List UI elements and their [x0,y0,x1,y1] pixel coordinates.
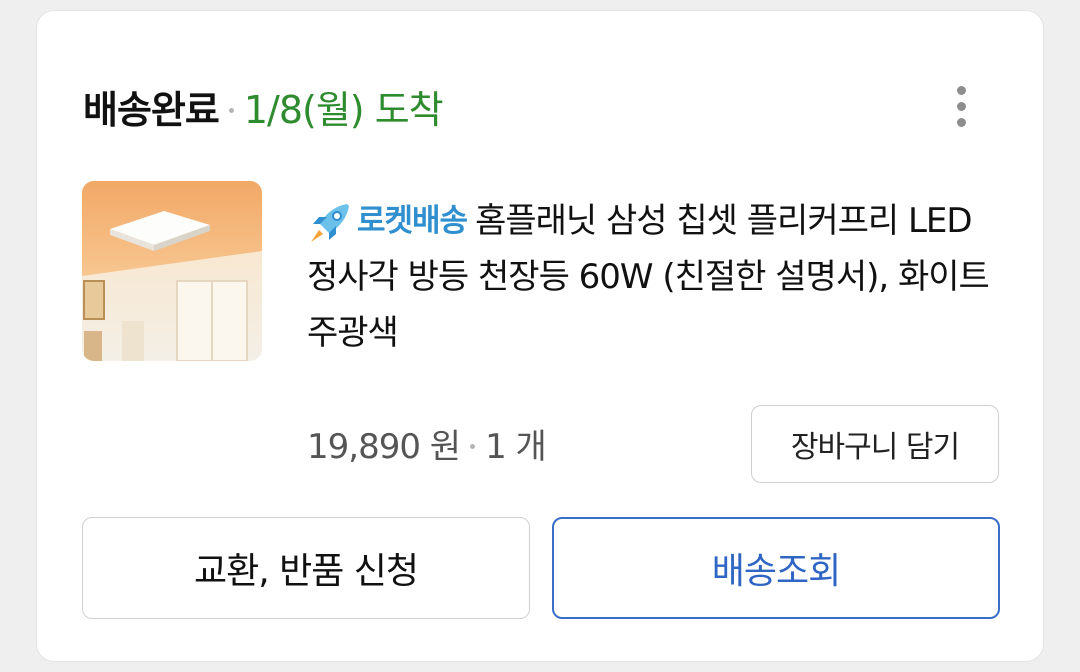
arrival-date: 1/8(월) 도착 [243,87,444,132]
track-delivery-button[interactable]: 배송조회 [552,517,1000,619]
delivery-status: 배송완료 [83,87,220,132]
more-dot [956,101,966,111]
rocket-delivery-label: 로켓배송 [357,203,468,239]
order-header: 배송완료 1/8(월) 도착 [83,71,444,141]
separator-dot [228,107,234,113]
product-quantity: 1 개 [485,426,547,467]
more-dot [956,117,966,127]
more-options-icon[interactable] [941,71,981,141]
add-to-cart-button[interactable]: 장바구니 담기 [751,405,999,483]
rocket-delivery-badge: 로켓배송 [307,193,468,249]
rocket-icon [311,204,349,242]
more-dot [956,85,966,95]
product-title[interactable]: 로켓배송 홈플래닛 삼성 칩셋 플리커프리 LED 정사각 방등 천장등 60W… [307,193,1007,361]
return-exchange-button[interactable]: 교환, 반품 신청 [82,517,530,619]
order-card: 배송완료 1/8(월) 도착 로켓배송 홈플래닛 삼성 칩셋 플리커프리 LED… [36,10,1044,662]
price-quantity-row: 19,890 원 1 개 [307,411,547,475]
product-thumbnail[interactable] [82,181,262,361]
separator-dot [470,443,476,449]
product-price: 19,890 원 [307,426,461,467]
